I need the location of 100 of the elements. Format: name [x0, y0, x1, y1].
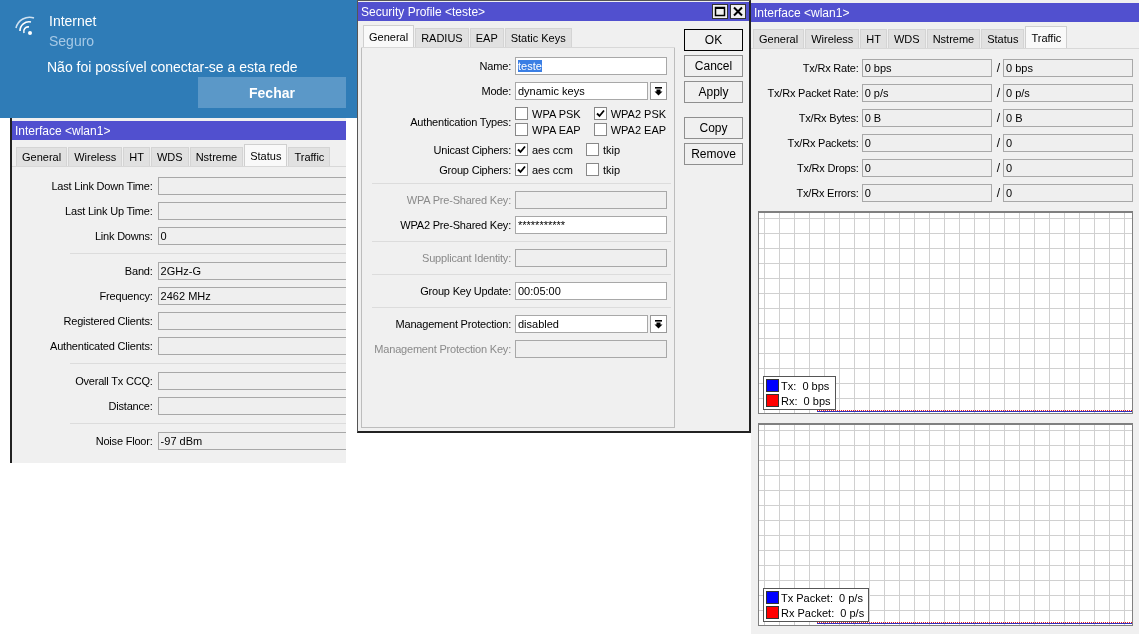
- legend-label: Tx Packet: 0 p/s: [781, 591, 863, 604]
- checkbox[interactable]: [515, 107, 528, 120]
- dialog-button[interactable]: OK: [684, 29, 743, 51]
- field-label: Authentication Types:: [410, 115, 511, 128]
- field-label: Noise Floor:: [95, 435, 153, 447]
- separator-slash: /: [995, 61, 1000, 75]
- field-label: Management Protection:: [395, 318, 511, 330]
- tab[interactable]: EAP: [469, 28, 504, 47]
- dialog-button[interactable]: Remove: [684, 143, 743, 165]
- field-label: Mode:: [481, 85, 511, 97]
- checkbox-label: aes ccm: [532, 143, 573, 156]
- field-label: Last Link Down Time:: [51, 180, 153, 192]
- tab[interactable]: HT: [860, 29, 887, 48]
- maximize-icon[interactable]: [712, 4, 728, 19]
- legend-label: Tx: 0 bps: [781, 379, 830, 392]
- window-title: Security Profile <teste>: [361, 4, 486, 19]
- field-label: Last Link Up Time:: [65, 205, 153, 217]
- separator-slash: /: [995, 186, 1000, 200]
- field-label: Group Ciphers:: [439, 163, 511, 176]
- read-only-field: 0: [1003, 134, 1133, 152]
- field-label: Authenticated Clients:: [50, 340, 153, 352]
- tab[interactable]: Nstreme: [189, 147, 244, 166]
- field-label: Overall Tx CCQ:: [75, 375, 153, 387]
- checkbox-label: WPA PSK: [532, 107, 581, 120]
- input-field[interactable]: ***********: [515, 216, 667, 234]
- dropdown-field[interactable]: dynamic keys: [515, 82, 648, 100]
- tab[interactable]: WDS: [151, 147, 189, 166]
- checkbox[interactable]: [593, 107, 607, 120]
- tab[interactable]: Traffic: [1025, 26, 1068, 48]
- checkbox[interactable]: [585, 143, 599, 156]
- dropdown-field[interactable]: disabled: [515, 315, 648, 333]
- dialog-button[interactable]: Apply: [684, 81, 743, 103]
- tab[interactable]: HT: [123, 147, 150, 166]
- input-field[interactable]: teste: [515, 57, 667, 75]
- field-label: Tx/Rx Rate:: [802, 62, 859, 74]
- tab[interactable]: General: [16, 147, 68, 166]
- checkbox[interactable]: [585, 163, 599, 176]
- read-only-field: 0: [861, 159, 992, 177]
- input-field[interactable]: 00:05:00: [515, 282, 667, 300]
- checkbox-label: WPA2 PSK: [610, 107, 667, 120]
- tab[interactable]: Nstreme: [926, 29, 981, 48]
- window-title: Interface <wlan1>: [754, 5, 850, 20]
- field-label: Registered Clients:: [63, 315, 153, 327]
- field-label: Distance:: [108, 400, 153, 412]
- checkbox-label: tkip: [602, 143, 621, 156]
- field-label: WPA2 Pre-Shared Key:: [400, 219, 511, 231]
- tab[interactable]: Wireless: [68, 147, 123, 166]
- tab[interactable]: Static Keys: [504, 28, 572, 47]
- tab[interactable]: WDS: [888, 29, 926, 48]
- checkbox-label: WPA2 EAP: [610, 123, 667, 136]
- field-label: Frequency:: [99, 290, 153, 302]
- checkbox-label: aes ccm: [532, 163, 573, 176]
- tab[interactable]: Traffic: [288, 147, 331, 166]
- read-only-field: -97 dBm: [157, 432, 346, 450]
- checkbox[interactable]: [593, 123, 607, 136]
- tab[interactable]: Status: [244, 144, 288, 166]
- wifi-icon: [14, 16, 36, 36]
- network-status: Seguro: [49, 32, 96, 51]
- dialog-button[interactable]: Cancel: [684, 55, 743, 77]
- legend-label: Rx: 0 bps: [781, 394, 831, 407]
- read-only-field: 2462 MHz: [157, 287, 346, 305]
- field-label: Supplicant Identity:: [422, 252, 511, 264]
- field-label: Band:: [124, 265, 153, 277]
- dialog-button[interactable]: Copy: [684, 117, 743, 139]
- window-title: Interface <wlan1>: [15, 123, 111, 138]
- separator-slash: /: [995, 86, 1000, 100]
- read-only-field: 2GHz-G: [157, 262, 346, 280]
- read-only-field: 0: [1003, 184, 1133, 202]
- checkbox-label: WPA EAP: [532, 123, 581, 136]
- checkbox[interactable]: [515, 163, 528, 176]
- tab[interactable]: Wireless: [805, 29, 860, 48]
- read-only-field: 0 p/s: [1003, 84, 1133, 102]
- field-label: Link Downs:: [94, 230, 153, 242]
- field-label: Tx/Rx Packet Rate:: [767, 87, 859, 99]
- read-only-field: 0: [861, 134, 992, 152]
- field-label: Management Protection Key:: [374, 343, 511, 355]
- read-only-field: 0 p/s: [861, 84, 992, 102]
- read-only-field: 0: [157, 227, 346, 245]
- read-only-field: 0: [861, 184, 992, 202]
- checkbox[interactable]: [515, 143, 528, 156]
- tab[interactable]: General: [753, 29, 805, 48]
- field-label: Tx/Rx Packets:: [787, 137, 859, 149]
- network-name: Internet: [49, 12, 97, 30]
- read-only-field: 0: [1003, 159, 1133, 177]
- field-label: Tx/Rx Bytes:: [798, 112, 859, 124]
- field-label: WPA Pre-Shared Key:: [406, 194, 511, 206]
- field-label: Name:: [479, 60, 511, 72]
- separator-slash: /: [995, 161, 1000, 175]
- checkbox[interactable]: [515, 123, 528, 136]
- close-icon[interactable]: [730, 4, 746, 19]
- separator-slash: /: [995, 136, 1000, 150]
- tab[interactable]: Status: [981, 29, 1025, 48]
- field-label: Group Key Update:: [420, 285, 511, 297]
- tab[interactable]: RADIUS: [415, 28, 469, 47]
- read-only-field: 0 bps: [861, 59, 992, 77]
- legend-label: Rx Packet: 0 p/s: [781, 606, 865, 619]
- tab[interactable]: General: [363, 25, 415, 47]
- field-label: Tx/Rx Errors:: [796, 187, 859, 199]
- separator-slash: /: [995, 111, 1000, 125]
- checkbox-label: tkip: [602, 163, 621, 176]
